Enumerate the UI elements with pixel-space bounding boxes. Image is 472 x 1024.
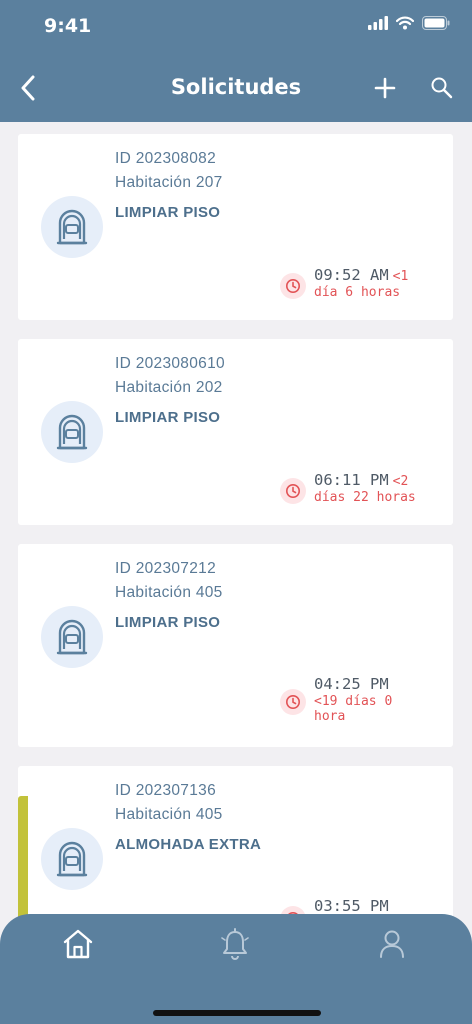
request-card[interactable]: ID 202307212 Habitación 405 LIMPIAR PISO…	[18, 544, 453, 747]
request-card[interactable]: ID 202307136 Habitación 405 ALMOHADA EXT…	[18, 766, 453, 922]
time-info: 09:52 AM <1 día 6 horas	[314, 265, 439, 300]
task-name: ALMOHADA EXTRA	[115, 836, 262, 853]
elapsed-time: <19 días 0	[314, 693, 393, 709]
request-id: ID 202308082	[115, 150, 216, 167]
clock-icon	[280, 689, 306, 715]
home-icon	[63, 929, 93, 959]
elapsed-time-cont: días 22 horas	[314, 489, 416, 505]
elapsed-time: <2	[392, 474, 409, 489]
elapsed-time-cont: día 6 horas	[314, 284, 401, 300]
request-time: 04:25 PM	[314, 675, 389, 693]
request-time: 03:55 PM	[314, 897, 389, 915]
elapsed-time: <1	[392, 269, 409, 284]
tab-profile[interactable]	[372, 924, 412, 964]
tab-bar	[0, 914, 472, 1024]
clock-icon	[280, 478, 306, 504]
search-icon	[431, 77, 453, 99]
tab-home[interactable]	[58, 924, 98, 964]
request-time: 06:11 PM	[314, 471, 389, 489]
room-service-icon	[56, 619, 88, 655]
request-id: ID 202307212	[115, 560, 216, 577]
user-icon	[380, 930, 404, 958]
room-number: Habitación 207	[115, 174, 223, 191]
bell-icon	[221, 928, 249, 960]
page-title: Solicitudes	[170, 75, 302, 99]
task-name: LIMPIAR PISO	[115, 409, 221, 426]
tab-notifications[interactable]	[215, 924, 255, 964]
add-request-button[interactable]	[372, 74, 398, 102]
room-number: Habitación 405	[115, 806, 223, 823]
room-service-icon	[56, 209, 88, 245]
room-service-icon	[56, 841, 88, 877]
status-icons	[368, 16, 450, 30]
task-name: LIMPIAR PISO	[115, 614, 221, 631]
request-id: ID 202307136	[115, 782, 216, 799]
request-id: ID 2023080610	[115, 355, 225, 372]
time-info: 03:55 PM	[314, 897, 439, 916]
request-time: 09:52 AM	[314, 266, 389, 284]
search-button[interactable]	[428, 74, 456, 102]
home-indicator	[153, 1010, 321, 1016]
task-name: LIMPIAR PISO	[115, 204, 221, 221]
room-number: Habitación 405	[115, 584, 223, 601]
room-service-icon	[56, 414, 88, 450]
elapsed-time-cont: hora	[314, 709, 346, 725]
avatar	[41, 606, 103, 668]
request-card[interactable]: ID 202308082 Habitación 207 LIMPIAR PISO…	[18, 134, 453, 320]
avatar	[41, 828, 103, 890]
room-number: Habitación 202	[115, 379, 223, 396]
wifi-icon	[396, 16, 414, 30]
time-info: 04:25 PM <19 días 0 hora	[314, 675, 439, 725]
plus-icon	[374, 77, 396, 99]
header: 9:41 Solicitudes	[0, 0, 472, 122]
battery-icon	[422, 16, 450, 30]
avatar	[41, 401, 103, 463]
clock-icon	[280, 273, 306, 299]
request-list[interactable]: ID 202308082 Habitación 207 LIMPIAR PISO…	[0, 122, 472, 922]
status-time: 9:41	[44, 15, 92, 37]
cellular-signal-icon	[368, 16, 388, 30]
avatar	[41, 196, 103, 258]
request-card[interactable]: ID 2023080610 Habitación 202 LIMPIAR PIS…	[18, 339, 453, 525]
time-info: 06:11 PM <2 días 22 horas	[314, 470, 439, 505]
